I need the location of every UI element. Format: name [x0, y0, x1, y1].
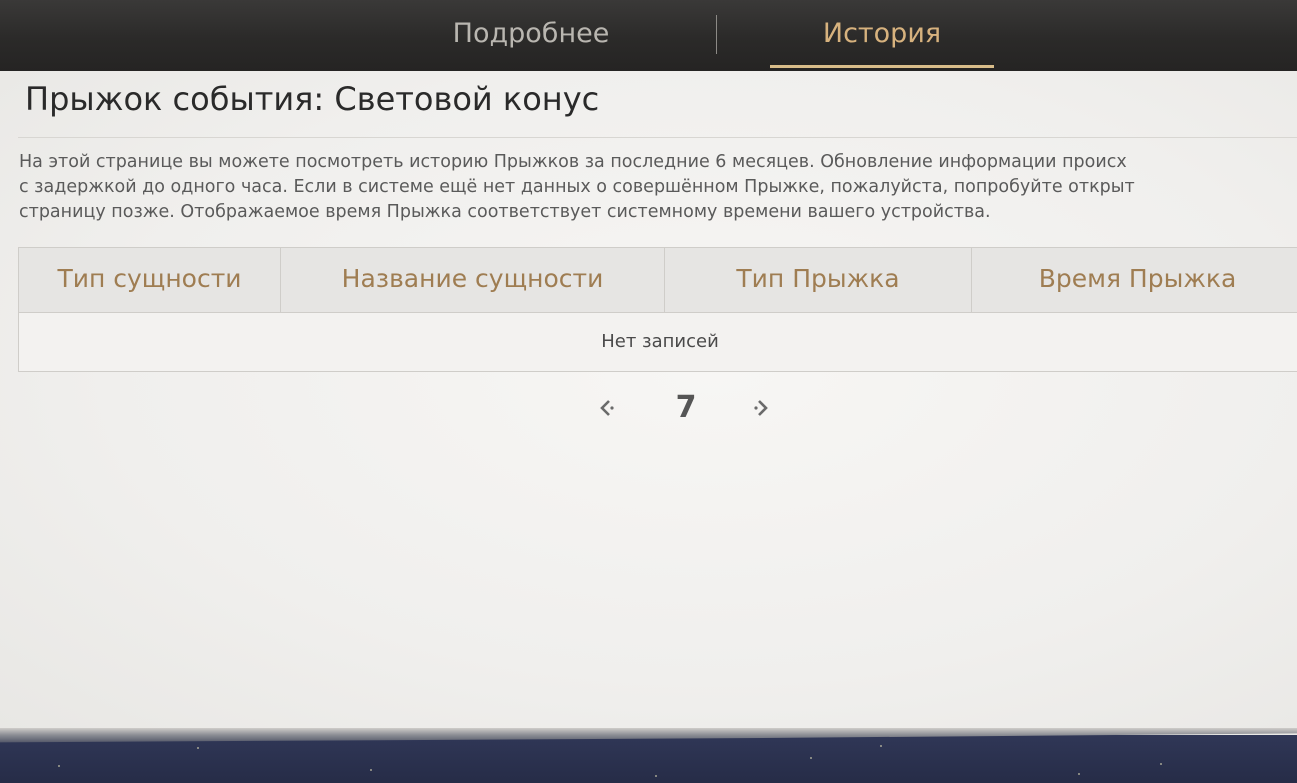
star-decoration	[655, 775, 657, 777]
page-title: Прыжок события: Световой конус	[25, 80, 600, 118]
table-header: Тип сущности Название сущности Тип Прыжк…	[19, 248, 1297, 313]
tab-details[interactable]: Подробнее	[418, 0, 644, 69]
star-decoration	[1160, 763, 1162, 765]
chevron-right-icon	[754, 400, 768, 416]
star-decoration	[1078, 773, 1080, 775]
column-header-warp-type: Тип Прыжка	[665, 248, 972, 312]
empty-table-message: Нет записей	[601, 331, 719, 352]
tab-divider	[716, 15, 717, 54]
title-divider	[18, 137, 1297, 138]
current-page-number: 7	[675, 390, 697, 425]
page-description: На этой странице вы можете посмотреть ис…	[19, 150, 1297, 225]
description-line: На этой странице вы можете посмотреть ис…	[19, 152, 1127, 172]
tab-history[interactable]: История	[770, 0, 994, 69]
star-decoration	[58, 765, 60, 767]
star-decoration	[810, 757, 812, 759]
star-decoration	[370, 769, 372, 771]
history-table: Тип сущности Название сущности Тип Прыжк…	[18, 247, 1297, 372]
active-tab-indicator	[770, 65, 994, 68]
star-decoration	[197, 747, 199, 749]
description-line: с задержкой до одного часа. Если в систе…	[19, 177, 1135, 197]
next-page-button[interactable]	[750, 390, 772, 426]
gacha-history-page: Подробнее История Прыжок события: Светов…	[0, 0, 1297, 783]
star-decoration	[880, 745, 882, 747]
description-line: страницу позже. Отображаемое время Прыжк…	[19, 202, 991, 222]
chevron-left-icon	[600, 400, 614, 416]
night-sky-background	[0, 735, 1297, 783]
column-header-warp-time: Время Прыжка	[1038, 264, 1237, 293]
column-header-item-type: Тип сущности	[19, 248, 281, 312]
prev-page-button[interactable]	[596, 390, 618, 426]
column-header-item-name: Название сущности	[281, 248, 665, 312]
tab-bar: Подробнее История	[0, 0, 1297, 71]
